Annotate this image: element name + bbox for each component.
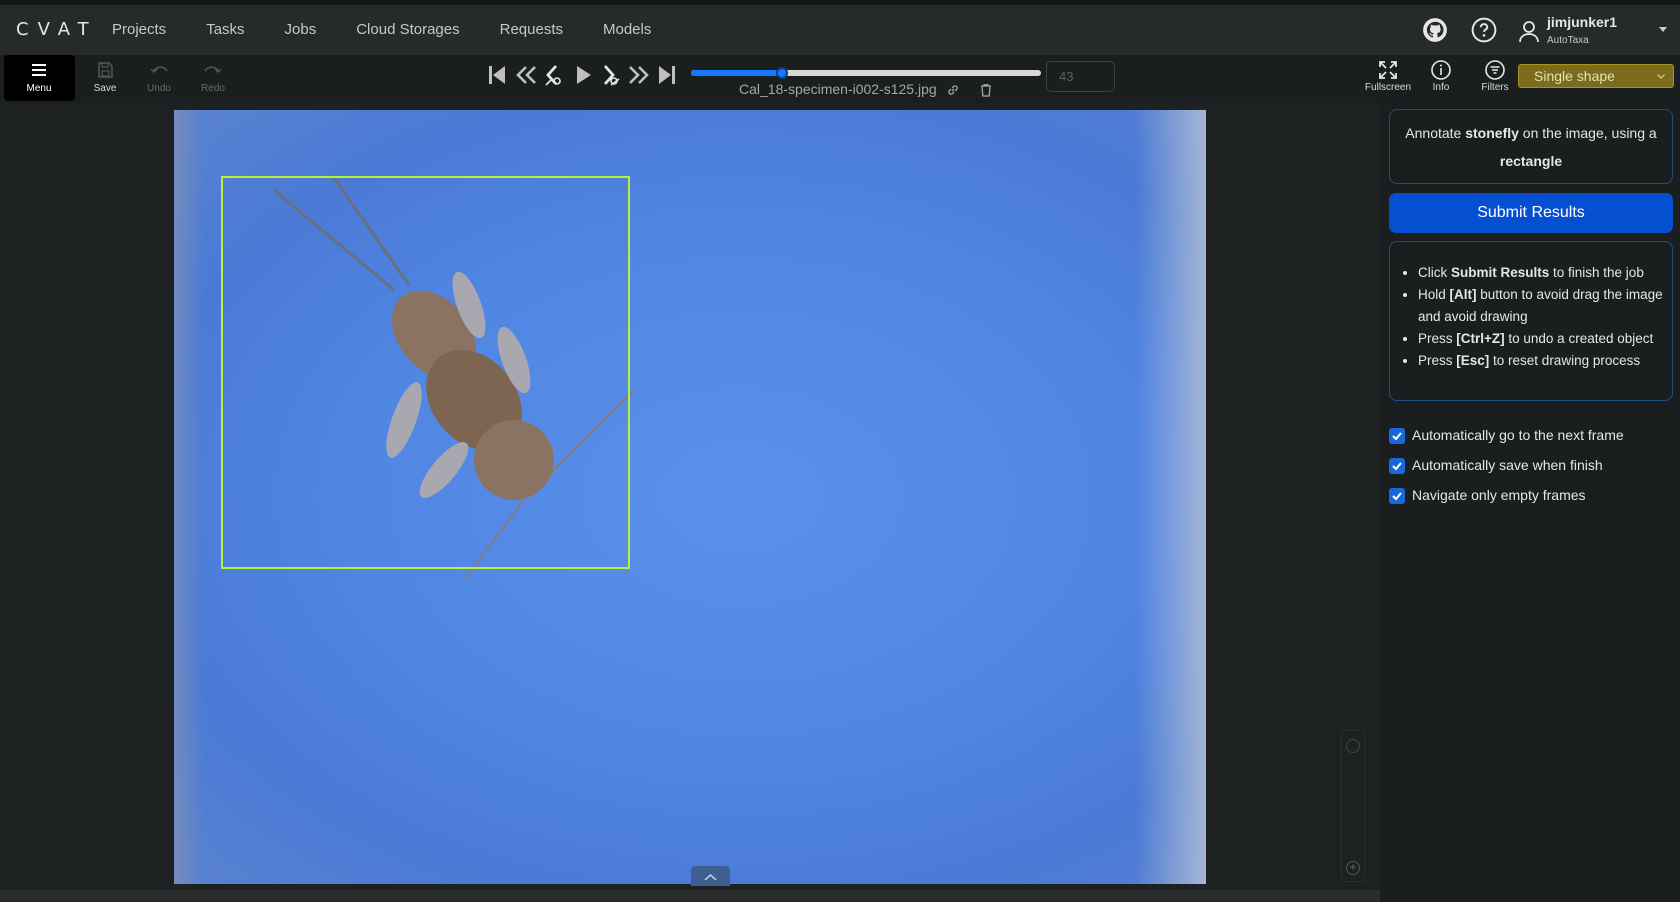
organization: AutoTaxa	[1547, 35, 1589, 46]
tip-item: Press [Esc] to reset drawing process	[1418, 350, 1672, 372]
redo-label: Redo	[201, 83, 225, 94]
nav-models[interactable]: Models	[587, 21, 667, 38]
first-frame-icon[interactable]	[485, 63, 509, 87]
tip-item: Click Submit Results to finish the job	[1418, 262, 1672, 284]
tip-text: Click	[1418, 265, 1451, 280]
menu-tool: Menu	[14, 59, 64, 99]
last-frame-icon[interactable]	[655, 63, 679, 87]
shape-mode-select[interactable]: Single shape	[1518, 64, 1674, 88]
instruction-middle: on the image, using a	[1518, 125, 1657, 141]
tip-text: Press	[1418, 353, 1457, 368]
save-icon	[98, 62, 113, 78]
menu-button[interactable]: Menu	[4, 55, 75, 101]
tip-key: [Ctrl+Z]	[1456, 331, 1505, 346]
tip-text: to reset drawing process	[1489, 353, 1641, 368]
redo-icon	[204, 66, 222, 74]
tip-text: Hold	[1418, 287, 1450, 302]
tip-item: Press [Ctrl+Z] to undo a created object	[1418, 328, 1672, 350]
info-button[interactable]: Info	[1415, 59, 1467, 99]
cvat-logo[interactable]: CVAT	[16, 19, 98, 40]
bounding-box[interactable]	[221, 176, 630, 569]
tip-key: [Alt]	[1449, 287, 1477, 302]
nav-tasks[interactable]: Tasks	[190, 21, 260, 38]
check-icon	[1392, 462, 1402, 471]
frame-filename: Cal_18-specimen-i002-s125.jpg	[739, 81, 937, 97]
checkbox-checked[interactable]	[1389, 458, 1405, 474]
link-icon[interactable]	[946, 83, 960, 97]
top-navbar: CVAT Projects Tasks Jobs Cloud Storages …	[0, 0, 1680, 55]
instruction-shape: rectangle	[1499, 153, 1563, 169]
option-label: Navigate only empty frames	[1412, 487, 1586, 503]
redo-button[interactable]: Redo	[188, 59, 238, 99]
next-step-icon[interactable]	[627, 63, 651, 87]
frame-slider-handle[interactable]	[776, 67, 788, 79]
submit-results-button[interactable]: Submit Results	[1389, 193, 1673, 233]
info-icon	[1431, 60, 1451, 80]
github-icon[interactable]	[1422, 17, 1448, 43]
nav-requests[interactable]: Requests	[484, 21, 579, 38]
chevron-down-icon	[1657, 74, 1665, 79]
collapse-panel-tab[interactable]	[691, 866, 730, 886]
delete-frame-icon[interactable]	[979, 83, 993, 97]
frame-slider[interactable]	[691, 67, 1041, 79]
image-left-edge	[174, 110, 204, 884]
zoom-fit-icon[interactable]	[1346, 739, 1360, 753]
tip-text: Press	[1418, 331, 1457, 346]
previous-filtered-icon[interactable]	[542, 63, 566, 87]
annotation-toolbar: Menu Save Undo Redo Cal_18-specimen-i002…	[0, 55, 1680, 103]
frame-slider-fill	[691, 70, 782, 76]
tip-text: to undo a created object	[1504, 331, 1654, 346]
instruction-label: stonefly	[1465, 125, 1519, 141]
undo-icon	[150, 66, 168, 74]
zoom-in-icon[interactable]: +	[1346, 861, 1360, 875]
tip-text: to finish the job	[1549, 265, 1644, 280]
help-icon[interactable]	[1471, 17, 1497, 43]
nav-projects[interactable]: Projects	[96, 21, 182, 38]
check-icon	[1392, 432, 1402, 441]
checkbox-checked[interactable]	[1389, 488, 1405, 504]
right-sidebar: Annotate stonefly on the image, using a …	[1380, 103, 1680, 902]
play-icon[interactable]	[571, 63, 595, 87]
option-label: Automatically go to the next frame	[1412, 427, 1624, 443]
filters-button[interactable]: Filters	[1469, 59, 1521, 99]
checkbox-checked[interactable]	[1389, 428, 1405, 444]
nav-jobs[interactable]: Jobs	[269, 21, 333, 38]
menu-label: Menu	[26, 83, 52, 94]
shape-mode-value: Single shape	[1534, 68, 1615, 84]
undo-button[interactable]: Undo	[134, 59, 184, 99]
option-label: Automatically save when finish	[1412, 457, 1603, 473]
hotkey-tips: Click Submit Results to finish the job H…	[1389, 241, 1673, 401]
chevron-up-icon	[704, 873, 717, 881]
username[interactable]: jimjunker1	[1547, 14, 1617, 30]
bottom-panel-strip	[0, 890, 1380, 902]
tip-key: [Esc]	[1456, 353, 1490, 368]
fullscreen-icon	[1379, 61, 1397, 79]
save-button[interactable]: Save	[80, 59, 130, 99]
tip-item: Hold [Alt] button to avoid drag the imag…	[1418, 284, 1672, 328]
chevron-down-icon[interactable]	[1659, 27, 1667, 32]
image-right-edge	[1136, 110, 1206, 884]
filter-icon	[1485, 60, 1505, 80]
user-icon[interactable]	[1518, 19, 1540, 43]
main-nav: Projects Tasks Jobs Cloud Storages Reque…	[96, 21, 675, 38]
nav-cloud-storages[interactable]: Cloud Storages	[340, 21, 475, 38]
hamburger-icon	[32, 64, 46, 76]
check-icon	[1392, 492, 1402, 501]
annotation-image[interactable]	[174, 110, 1206, 884]
frame-number-input[interactable]: 43	[1046, 61, 1115, 92]
tip-key: Submit Results	[1451, 265, 1550, 280]
next-filtered-icon[interactable]	[599, 63, 623, 87]
info-label: Info	[1432, 82, 1450, 93]
save-label: Save	[93, 83, 117, 94]
previous-step-icon[interactable]	[514, 63, 538, 87]
undo-label: Undo	[147, 83, 171, 94]
task-instruction: Annotate stonefly on the image, using a …	[1389, 109, 1673, 184]
filters-label: Filters	[1481, 82, 1509, 93]
fullscreen-label: Fullscreen	[1364, 82, 1412, 93]
zoom-control[interactable]: +	[1341, 730, 1365, 882]
instruction-prefix: Annotate	[1405, 125, 1466, 141]
fullscreen-button[interactable]: Fullscreen	[1362, 59, 1414, 99]
